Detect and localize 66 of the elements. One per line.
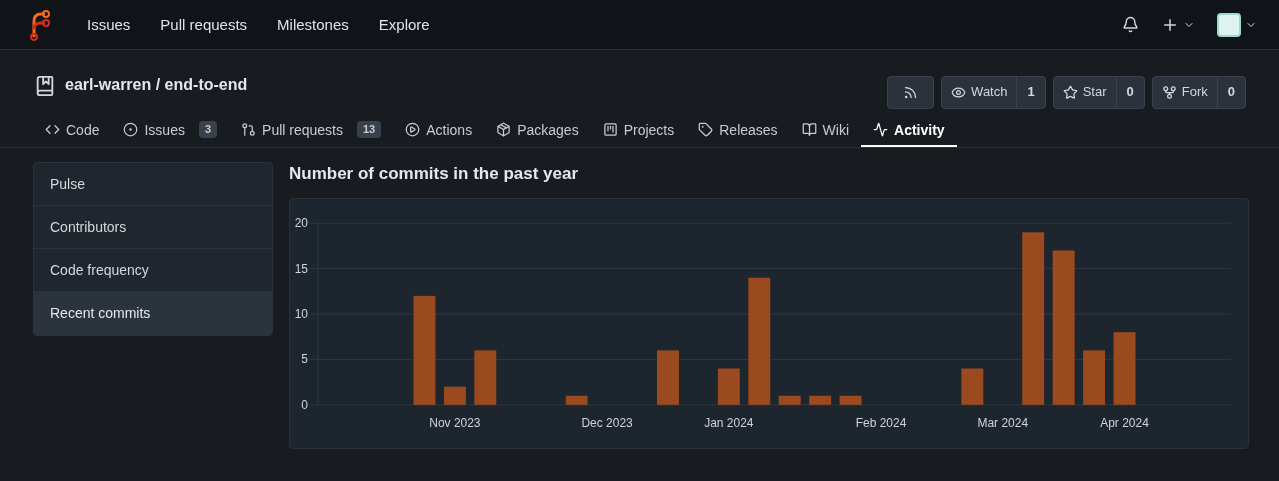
tab-count-badge: 3: [198, 121, 218, 138]
issue-icon: [123, 122, 139, 137]
repo-icon: [34, 74, 56, 97]
chart-title: Number of commits in the past year: [289, 163, 580, 185]
commit-bar: [839, 396, 862, 406]
y-tick-label: 20: [294, 216, 308, 231]
nav-link[interactable]: Milestones: [262, 13, 364, 36]
fork-count[interactable]: 0: [1217, 77, 1245, 108]
star-icon: [1062, 85, 1078, 100]
nav-link[interactable]: Pull requests: [145, 13, 263, 36]
sidebar-item[interactable]: Pulse: [34, 163, 272, 206]
logo-icon[interactable]: [28, 8, 50, 41]
repo-tab[interactable]: Wiki: [789, 114, 862, 147]
repo-tab[interactable]: Issues 3: [111, 114, 230, 147]
x-tick-label: Jan 2024: [704, 416, 754, 431]
y-tick-label: 10: [294, 307, 308, 322]
y-tick-label: 5: [301, 352, 308, 367]
x-tick-label: Nov 2023: [429, 416, 481, 431]
y-tick-label: 15: [294, 261, 308, 276]
pull-request-icon: [241, 122, 257, 137]
fork-button[interactable]: Fork: [1152, 77, 1218, 108]
repo-tab[interactable]: Packages: [484, 114, 591, 147]
x-tick-label: Feb 2024: [855, 416, 907, 431]
repo-tab[interactable]: Projects: [590, 114, 687, 147]
commit-bar: [443, 386, 466, 406]
star-button[interactable]: Star: [1053, 77, 1117, 108]
watch-count[interactable]: 1: [1017, 77, 1045, 108]
star-count[interactable]: 0: [1116, 77, 1144, 108]
nav-link[interactable]: Issues: [72, 13, 146, 36]
nav-link[interactable]: Explore: [363, 13, 445, 36]
rss-icon: [903, 85, 919, 100]
fork-icon: [1161, 85, 1177, 100]
notification-bell-icon[interactable]: [1122, 16, 1139, 33]
book-icon: [801, 122, 817, 137]
repo-tab[interactable]: Activity: [861, 114, 957, 147]
commit-bar: [1083, 350, 1106, 406]
repo-title[interactable]: earl-warren / end-to-end: [65, 74, 248, 97]
tag-icon: [698, 122, 714, 137]
play-icon: [405, 122, 421, 137]
rss-feed-button[interactable]: [887, 76, 935, 109]
commit-bar: [474, 350, 497, 406]
pulse-icon: [873, 122, 889, 137]
user-menu[interactable]: [1217, 12, 1257, 37]
board-icon: [602, 122, 618, 137]
tab-count-badge: 13: [357, 121, 382, 138]
commit-bar: [778, 396, 801, 406]
x-tick-label: Mar 2024: [977, 416, 1029, 431]
x-tick-label: Apr 2024: [1100, 416, 1149, 431]
eye-icon: [951, 85, 967, 100]
x-tick-label: Dec 2023: [581, 416, 633, 431]
repo-tab[interactable]: Code: [33, 114, 112, 147]
commit-bar: [657, 350, 679, 406]
commit-bar: [565, 396, 588, 406]
avatar-icon[interactable]: [1217, 12, 1241, 37]
package-icon: [496, 122, 512, 137]
watch-button[interactable]: Watch: [942, 77, 1018, 108]
repo-tab[interactable]: Pull requests 13: [229, 114, 394, 147]
repo-tab[interactable]: Releases: [686, 114, 790, 147]
code-icon: [45, 122, 60, 137]
y-tick-label: 0: [301, 398, 308, 413]
commit-bar: [809, 396, 832, 406]
commit-bar: [717, 368, 740, 406]
sidebar-item[interactable]: Contributors: [34, 206, 272, 249]
repo-tab[interactable]: Actions: [393, 114, 485, 147]
commit-bar: [961, 368, 984, 406]
sidebar-item[interactable]: Recent commits: [34, 292, 272, 335]
